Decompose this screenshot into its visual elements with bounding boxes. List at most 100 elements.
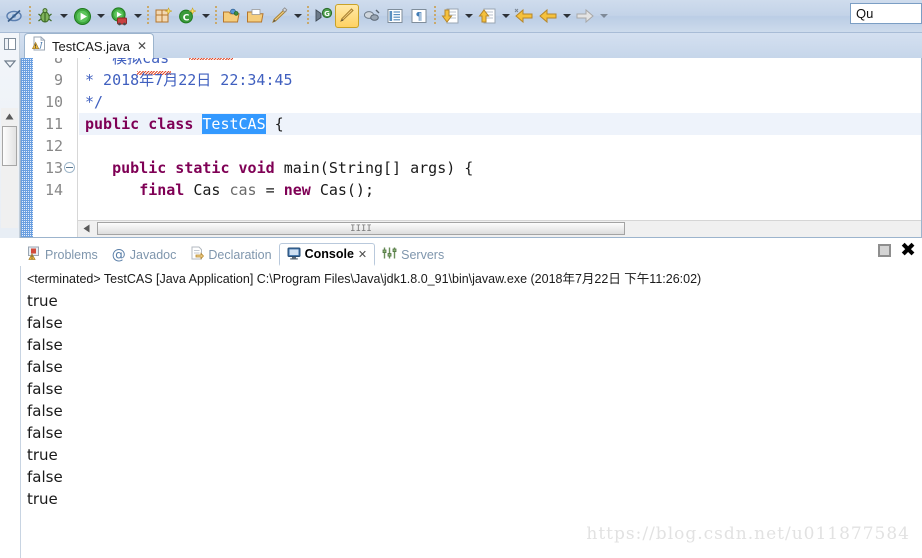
tab-label: Servers xyxy=(401,247,445,262)
debug-dropdown-arrow[interactable] xyxy=(57,3,70,29)
editor-tab-close-icon[interactable]: ✕ xyxy=(137,39,147,53)
restore-view-icon[interactable] xyxy=(3,37,17,51)
paragraph-marks-icon[interactable]: ¶ xyxy=(407,3,431,29)
new-java-class-icon[interactable]: C xyxy=(175,3,199,29)
open-type-icon[interactable] xyxy=(219,3,243,29)
back-icon-2[interactable] xyxy=(536,3,560,29)
console-output-line: false xyxy=(27,336,63,354)
editor-horizontal-scrollbar[interactable]: IIII xyxy=(78,220,921,237)
spell-squiggle xyxy=(189,58,233,60)
java-file-warning-icon: J xyxy=(31,36,47,56)
toolbar-separator xyxy=(144,5,151,27)
console-output-line: true xyxy=(27,292,58,310)
open-task-icon[interactable] xyxy=(243,3,267,29)
code-line-10: */ xyxy=(85,93,104,111)
selected-token: TestCAS xyxy=(202,114,266,134)
eclipse-ide-window: C G ¶ Qu J TestCAS.java ✕ 8 9 10 11 12 1… xyxy=(0,0,922,558)
line-number: 11 xyxy=(44,115,63,133)
highlight-pen-icon[interactable] xyxy=(335,4,359,28)
left-vertical-scrollbar[interactable] xyxy=(1,108,18,228)
line-number-gutter: 8 9 10 11 12 13 14 xyxy=(33,58,78,237)
code-editor[interactable]: 8 9 10 11 12 13 14 * * 模拟cas * 2018年7月22… xyxy=(20,58,922,238)
tab-servers[interactable]: Servers xyxy=(375,243,451,266)
console-terminated-line: <terminated> TestCAS [Java Application] … xyxy=(27,272,702,286)
editor-area: J TestCAS.java ✕ 8 9 10 11 12 13 14 * 模拟… xyxy=(20,33,922,238)
line-number: 12 xyxy=(44,137,63,155)
annotation-ruler[interactable] xyxy=(21,58,33,237)
svg-text:G: G xyxy=(324,10,330,18)
code-line-11: public class TestCAS { xyxy=(85,114,284,134)
watermark-text: https://blog.csdn.net/u011877584 xyxy=(586,524,910,544)
main-toolbar: C G ¶ Qu xyxy=(0,0,922,33)
editor-tab-testcas-java[interactable]: J TestCAS.java ✕ xyxy=(24,33,155,58)
close-panel-button[interactable]: ✖ xyxy=(900,241,916,260)
line-number: 10 xyxy=(44,93,63,111)
tab-declaration[interactable]: Declaration xyxy=(183,243,278,266)
toolbar-separator xyxy=(431,5,438,27)
console-tab-strip: Problems @ Javadoc Declaration Console ✕… xyxy=(20,240,922,266)
expand-chevron-icon[interactable] xyxy=(3,57,17,71)
console-output-line: false xyxy=(27,468,63,486)
scrollbar-thumb[interactable]: IIII xyxy=(97,222,625,235)
forward-dropdown-arrow[interactable] xyxy=(597,3,610,29)
line-number: 14 xyxy=(44,181,63,199)
debug-icon[interactable] xyxy=(33,3,57,29)
run-dropdown-arrow[interactable] xyxy=(94,3,107,29)
toggle-mark-occurrences-icon[interactable] xyxy=(2,3,26,29)
tab-label: Problems xyxy=(45,247,98,262)
next-annotation-arrow[interactable] xyxy=(462,3,475,29)
run-external-tools-icon[interactable] xyxy=(107,3,131,29)
quick-access-input[interactable]: Qu xyxy=(850,3,922,24)
console-output-line: false xyxy=(27,402,63,420)
tab-close-icon[interactable]: ✕ xyxy=(358,248,367,261)
search-icon[interactable]: G xyxy=(311,3,335,29)
external-tools-dropdown-arrow[interactable] xyxy=(131,3,144,29)
scroll-up-arrow-icon[interactable] xyxy=(1,108,18,124)
tab-javadoc[interactable]: @ Javadoc xyxy=(105,243,184,266)
console-output-area[interactable]: <terminated> TestCAS [Java Application] … xyxy=(20,266,922,558)
tab-console[interactable]: Console ✕ xyxy=(278,243,376,266)
link-icon[interactable] xyxy=(359,3,383,29)
previous-annotation-icon[interactable] xyxy=(475,3,499,29)
line-number: 8 xyxy=(53,58,63,67)
new-java-package-icon[interactable] xyxy=(151,3,175,29)
previous-annotation-arrow[interactable] xyxy=(499,3,512,29)
forward-icon[interactable] xyxy=(573,3,597,29)
console-output-line: false xyxy=(27,314,63,332)
code-line-14: final Cas cas = new Cas(); xyxy=(139,181,374,199)
tab-problems[interactable]: Problems xyxy=(20,243,105,266)
show-whitespace-icon[interactable] xyxy=(383,3,407,29)
editor-tab-strip: J TestCAS.java ✕ xyxy=(20,33,922,58)
console-output-line: true xyxy=(27,490,58,508)
line-number: 13 xyxy=(44,159,63,177)
console-monitor-icon xyxy=(287,246,301,263)
console-panel-tools: ✖ xyxy=(878,241,916,260)
edit-dropdown-arrow[interactable] xyxy=(291,3,304,29)
tab-label: Javadoc xyxy=(129,247,177,262)
line-number: 9 xyxy=(53,71,63,89)
code-text[interactable]: * * 模拟cas * 2018年7月22日 22:34:45 */ publi… xyxy=(79,58,921,237)
scrollbar-thumb[interactable] xyxy=(2,126,17,166)
scrollbar-grip: IIII xyxy=(350,223,372,234)
minimize-restore-button[interactable] xyxy=(878,243,892,257)
run-icon[interactable] xyxy=(70,3,94,29)
svg-text:¶: ¶ xyxy=(416,10,423,23)
edit-icon[interactable] xyxy=(267,3,291,29)
console-panel: Problems @ Javadoc Declaration Console ✕… xyxy=(20,240,922,558)
code-fold-toggle[interactable] xyxy=(64,162,75,173)
problems-icon xyxy=(27,246,41,263)
scroll-left-arrow-icon[interactable] xyxy=(78,221,95,236)
tab-label: Declaration xyxy=(208,247,272,262)
tab-label: Console xyxy=(304,247,354,261)
toolbar-separator xyxy=(26,5,33,27)
next-annotation-icon[interactable] xyxy=(438,3,462,29)
left-collapsed-view-bar xyxy=(0,33,20,238)
code-line-13: public static void main(String[] args) { xyxy=(112,159,474,177)
declaration-icon xyxy=(190,246,205,263)
back-dropdown-arrow[interactable] xyxy=(560,3,573,29)
back-icon[interactable] xyxy=(512,3,536,29)
svg-text:C: C xyxy=(183,13,190,23)
new-class-dropdown-arrow[interactable] xyxy=(199,3,212,29)
code-line-8: * 模拟cas xyxy=(85,58,170,67)
tab-strip-background xyxy=(20,33,922,58)
